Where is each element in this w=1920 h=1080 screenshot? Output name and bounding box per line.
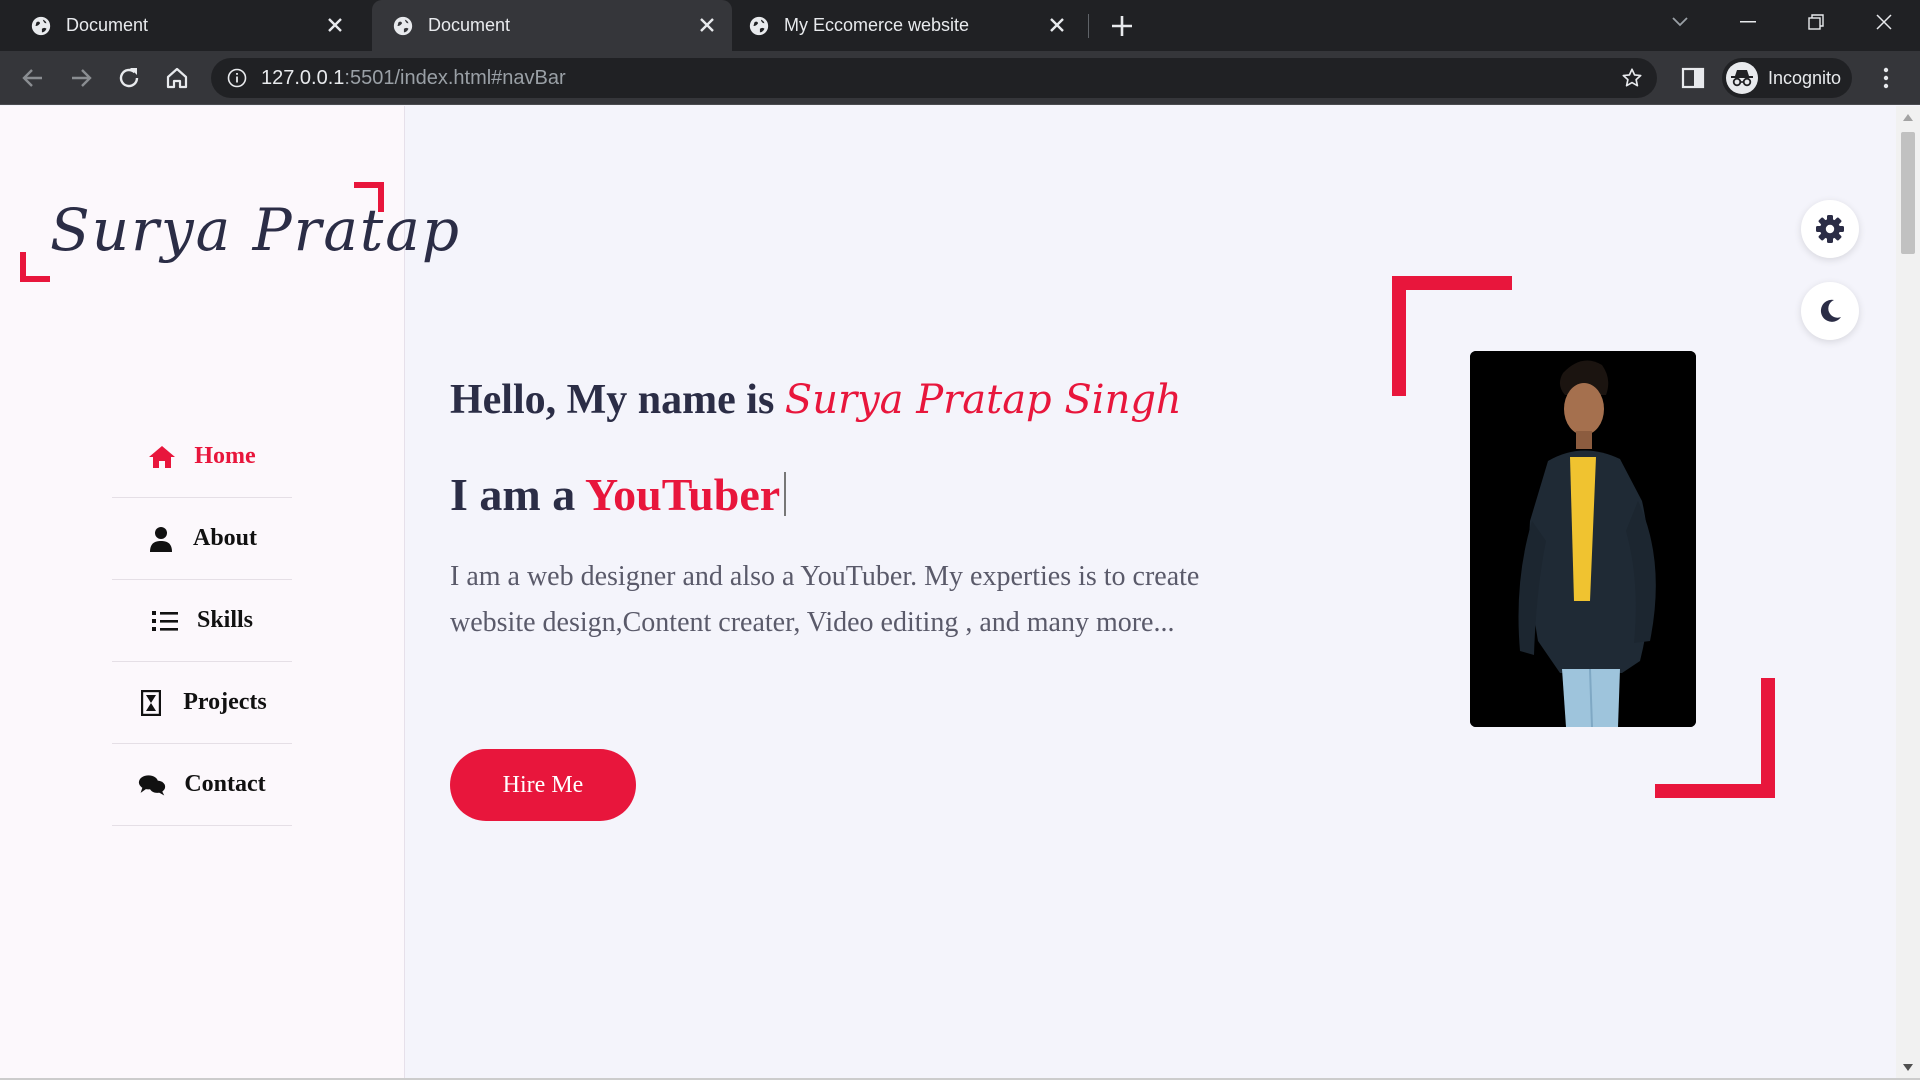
incognito-icon: [1726, 62, 1758, 94]
list-icon: [151, 608, 179, 634]
hero-name: Surya Pratap Singh: [784, 377, 1182, 423]
hourglass-icon: [137, 689, 165, 716]
globe-icon: [749, 16, 769, 35]
hire-me-button[interactable]: Hire Me: [450, 749, 636, 821]
tab-separator: [1088, 14, 1089, 38]
dark-mode-toggle[interactable]: [1801, 282, 1859, 340]
sidebar-item-label: Skills: [196, 607, 254, 633]
restore-icon[interactable]: [1788, 0, 1844, 44]
close-window-icon[interactable]: [1856, 0, 1912, 44]
profile-label: Incognito: [1768, 67, 1842, 88]
typing-cursor: [784, 472, 787, 516]
minimize-icon[interactable]: [1720, 0, 1776, 44]
forward-arrow-icon[interactable]: [68, 65, 94, 91]
incognito-profile-button[interactable]: Incognito: [1722, 58, 1852, 98]
hero-description: I am a web designer and also a YouTuber.…: [450, 561, 1200, 638]
scroll-up-icon[interactable]: [1903, 114, 1913, 121]
sidebar-item-skills[interactable]: Skills: [112, 580, 292, 662]
tab-title: Document: [66, 15, 149, 35]
sidebar-item-contact[interactable]: Contact: [112, 744, 292, 826]
sidebar-item-label: About: [192, 525, 258, 551]
browser-tab-3[interactable]: My Eccomerce website: [740, 0, 1080, 51]
more-menu-icon[interactable]: [1880, 66, 1892, 90]
browser-tab-1[interactable]: Document: [0, 0, 360, 51]
sidebar-item-projects[interactable]: Projects: [112, 662, 292, 744]
close-tab-icon[interactable]: [324, 14, 346, 36]
back-arrow-icon[interactable]: [20, 65, 46, 91]
settings-button[interactable]: [1801, 200, 1859, 258]
tab-title: My Eccomerce website: [784, 15, 970, 35]
scroll-thumb[interactable]: [1901, 132, 1915, 254]
user-icon: [147, 526, 175, 552]
sidebar-item-label: Projects: [183, 689, 267, 715]
browser-toolbar: 127.0.0.1:5501/index.html#navBar Incogni…: [0, 51, 1920, 105]
profile-photo: [1470, 351, 1696, 727]
globe-icon: [393, 16, 413, 35]
new-tab-icon[interactable]: [1108, 12, 1136, 40]
web-page: Surya Pratap Home About Skills Projects …: [0, 106, 1920, 1080]
globe-icon: [31, 16, 51, 35]
moon-icon: [1820, 299, 1841, 322]
iam-text: I am a: [450, 469, 586, 520]
sidebar-item-home[interactable]: Home: [112, 416, 292, 498]
tab-search-icon[interactable]: [1652, 0, 1708, 44]
logo-corner-bottom-left: [20, 252, 50, 282]
sidebar-item-label: Home: [194, 443, 256, 469]
comments-icon: [138, 772, 166, 798]
close-tab-icon[interactable]: [696, 14, 718, 36]
hero-role: YouTuber: [585, 469, 781, 520]
url-path: :5501/index.html#navBar: [344, 67, 566, 89]
tab-title: Document: [428, 15, 511, 35]
url-text: 127.0.0.1:5501/index.html#navBar: [261, 67, 566, 90]
sidebar-item-label: Contact: [184, 771, 266, 797]
logo-text: Surya Pratap: [50, 196, 461, 264]
home-icon[interactable]: [164, 65, 190, 91]
profile-photo-frame: [1392, 276, 1775, 798]
sidebar-item-about[interactable]: About: [112, 498, 292, 580]
sidebar-nav: Home About Skills Projects Contact: [112, 416, 292, 826]
side-panel-icon[interactable]: [1681, 66, 1705, 90]
logo[interactable]: Surya Pratap: [20, 182, 459, 282]
scroll-down-icon[interactable]: [1903, 1064, 1913, 1071]
browser-tab-bar: Document Document My Eccomerce website: [0, 0, 1920, 51]
bookmark-star-icon[interactable]: [1621, 67, 1643, 89]
info-icon[interactable]: [227, 68, 247, 88]
hero-greeting: Hello, My name is Surya Pratap Singh: [450, 376, 1182, 424]
greeting-text: Hello, My name is: [450, 377, 785, 423]
close-tab-icon[interactable]: [1046, 14, 1068, 36]
home-icon: [148, 444, 176, 470]
browser-tab-2[interactable]: Document: [372, 0, 732, 51]
url-host: 127.0.0.1: [261, 67, 345, 89]
hero-role-line: I am a YouTuber: [450, 468, 787, 521]
sidebar: Surya Pratap Home About Skills Projects …: [0, 106, 459, 1080]
address-bar[interactable]: 127.0.0.1:5501/index.html#navBar: [211, 58, 1657, 98]
gear-icon: [1816, 215, 1844, 243]
reload-icon[interactable]: [116, 65, 142, 91]
page-scrollbar[interactable]: [1896, 106, 1920, 1080]
